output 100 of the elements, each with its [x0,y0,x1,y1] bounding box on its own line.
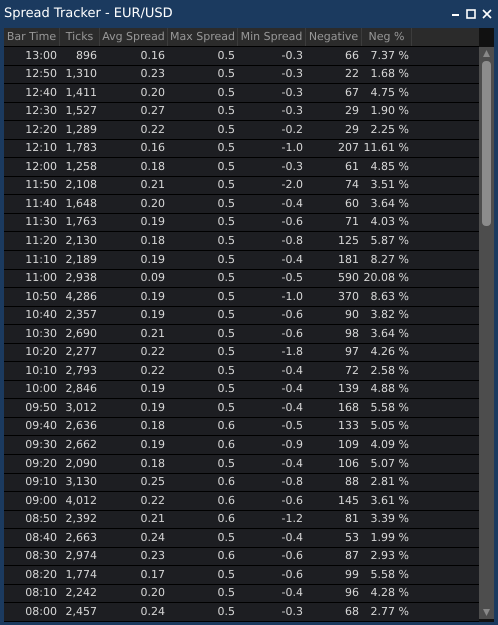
table-cell-text: -1.0 [280,288,304,305]
table-cell-text: 0.5 [216,585,236,602]
table-cell-text: 2,189 [64,252,98,268]
table-cell-text: 896 [75,48,98,64]
table-cell-text: 0.5 [216,307,236,324]
table-cell-text: 60 [344,196,360,212]
table-cell-text: 1,763 [64,214,98,230]
table-cell-text: 08:50 [24,511,58,528]
table-cell-text: 8.27 % [370,252,410,268]
table-cell-text: 3.64 % [370,326,410,342]
table-cell-text: -0.6 [280,492,304,509]
table-cell-text: 0.19 [140,307,166,324]
table-cell-text: 0.5 [216,344,236,360]
table-cell-text: 0.22 [140,362,166,379]
table-cell-text: 0.21 [140,177,166,194]
table-cell-text: 72 [344,362,360,379]
table-cell-text: 0.18 [140,456,166,472]
table-cell-text: -0.6 [280,548,304,564]
table-cell-text: 0.22 [140,344,166,360]
column-header[interactable]: Max Spread [168,28,238,46]
table-cell-text: 3,012 [64,400,98,416]
table-cell-text: 0.19 [140,252,166,268]
table-cell-text: 2,277 [64,344,98,360]
maximize-icon[interactable] [466,9,476,19]
table-cell-text: 1,783 [64,140,98,156]
table-cell-text: 5.07 % [370,456,410,472]
table-cell-text: 11:50 [24,177,58,194]
table-cell-text: 12:40 [24,84,58,101]
table-cell-text: -0.4 [280,381,304,398]
table-cell-text: 10:20 [24,344,58,360]
column-header[interactable]: Neg % [362,28,412,46]
table-cell-text: 0.23 [140,66,166,82]
table-cell-text: 0.6 [216,548,236,564]
table-cell-text: -2.0 [280,177,304,194]
table-cell-text: 0.5 [216,270,236,286]
column-header[interactable]: Negative [306,28,362,46]
table-cell-text: 4.88 % [370,381,410,398]
table-cell-text: 5.05 % [370,418,410,434]
table-cell-text: 2,357 [64,307,98,324]
table-cell-text: 1.90 % [370,103,410,120]
table-cell-text: 168 [337,400,360,416]
column-header[interactable]: Avg Spread [100,28,168,46]
table-cell-text: 08:40 [24,530,58,546]
table-cell-text: 1,310 [64,66,98,82]
table-cell-text: 0.22 [140,122,166,138]
table-cell-text: 0.6 [216,492,236,509]
table-cell-text: 10:30 [24,326,58,342]
scrollbar-thumb[interactable] [482,61,491,226]
table-cell-text: 2,108 [64,177,98,194]
table-cell-text: 0.5 [216,214,236,230]
table-cell-text: 0.5 [216,456,236,472]
table-cell-text: 0.17 [140,566,166,583]
table-cell-text: 88 [344,474,360,490]
column-header[interactable]: Bar Time [4,28,60,46]
table-cell-text: 0.24 [140,604,166,620]
window-title: Spread Tracker - EUR/USD [4,5,173,24]
table-cell-text: 1.99 % [370,530,410,546]
table-cell-text: -0.3 [280,103,304,120]
table-cell-text: 0.18 [140,418,166,434]
table-cell-text: 4.09 % [370,437,410,453]
table-cell-text: 0.5 [216,48,236,64]
table-cell-text: 1,527 [64,103,98,120]
table-cell-text: 0.16 [140,48,166,64]
table-cell-text: 5.58 % [370,566,410,583]
table-cell-text: 2,130 [64,232,98,249]
table-cell-text: 61 [344,158,360,175]
column-header[interactable]: Min Spread [238,28,306,46]
table-cell-text: 97 [344,344,360,360]
table-cell-text: 0.22 [140,492,166,509]
table-cell-text: 2,846 [64,381,98,398]
table-cell-text: 2.81 % [370,474,410,490]
table-cell-text: 2,663 [64,530,98,546]
table-cell-text: 181 [337,252,360,268]
table-cell-text: 0.20 [140,196,166,212]
table-cell-text: 0.5 [216,362,236,379]
table-cell-text: 90 [344,307,360,324]
table-cell-text: 125 [337,232,360,249]
table-cell-text: 0.25 [140,474,166,490]
column-header[interactable]: Ticks [60,28,100,46]
table-cell-text: 3.39 % [370,511,410,528]
table-cell-text: 68 [344,604,360,620]
table-cell-text: -0.6 [280,214,304,230]
table-cell-text: 2.77 % [370,604,410,620]
table-cell-text: 3.64 % [370,196,410,212]
table-cell-text: 29 [344,103,360,120]
table-cell-text: 0.5 [216,288,236,305]
close-icon[interactable] [482,9,492,19]
table-cell-text: 4,286 [64,288,98,305]
table-cell-text: 1.68 % [370,66,410,82]
table-cell-text: 0.5 [216,158,236,175]
table-cell-text: 2,242 [64,585,98,602]
table-cell-text: 2,974 [64,548,98,564]
table-cell-text: -0.4 [280,585,304,602]
table-cell-text: 4,012 [64,492,98,509]
table-cell-text: -0.4 [280,362,304,379]
table-cell-text: 207 [337,140,360,156]
table-cell-text: 0.18 [140,232,166,249]
table-cell-text: -0.4 [280,252,304,268]
table-cell-text: 71 [344,214,360,230]
table-cell-text: 67 [344,84,360,101]
